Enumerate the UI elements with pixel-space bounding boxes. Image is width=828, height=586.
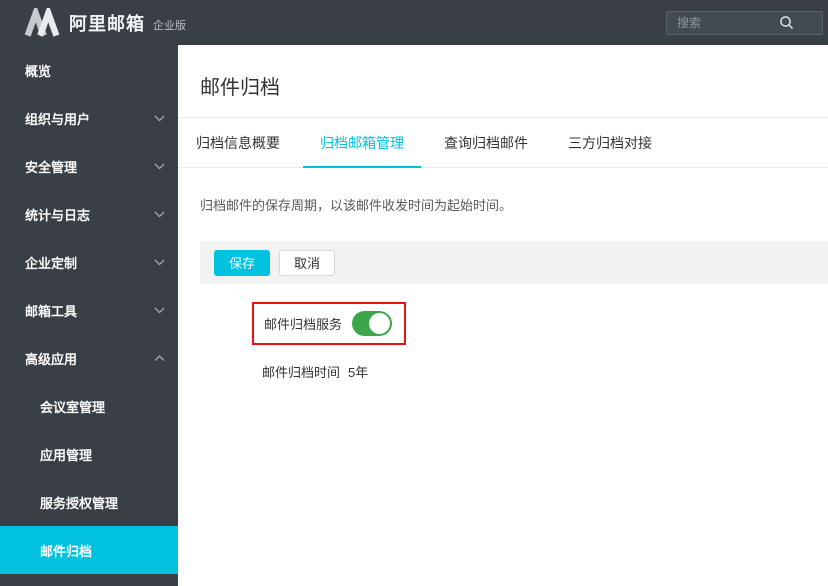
sidebar-item-label: 服务授权管理: [40, 495, 119, 511]
sidebar-subitem-meeting-room[interactable]: 会议室管理: [0, 382, 178, 430]
archive-service-label: 邮件归档服务: [264, 317, 343, 332]
search-box: [666, 11, 823, 35]
sidebar-subitem-service-auth[interactable]: 服务授权管理: [0, 478, 178, 526]
tab-archive-overview[interactable]: 归档信息概要: [179, 118, 297, 167]
archive-time-row: 邮件归档时间 5年: [262, 362, 828, 381]
sidebar-subitem-app-management[interactable]: 应用管理: [0, 430, 178, 478]
main-content: 邮件归档 归档信息概要 归档邮箱管理 查询归档邮件 三方归档对接 归档邮件的保存…: [178, 45, 828, 586]
sidebar-item-security[interactable]: 安全管理: [0, 142, 178, 190]
sidebar-item-label: 高级应用: [25, 351, 78, 367]
annotation-box: 邮件归档服务: [252, 302, 407, 345]
sidebar-item-label: 邮件归档: [40, 543, 93, 559]
archive-service-toggle[interactable]: [352, 311, 393, 336]
cancel-button[interactable]: 取消: [279, 249, 336, 276]
save-button[interactable]: 保存: [214, 249, 271, 276]
alimail-logo-icon: [24, 7, 60, 37]
sidebar-item-stats-logs[interactable]: 统计与日志: [0, 190, 178, 238]
topbar: 阿里邮箱 企业版: [0, 0, 828, 45]
action-toolbar: 保存 取消: [200, 241, 828, 284]
chevron-up-icon: [154, 355, 165, 361]
sidebar-item-advanced-apps[interactable]: 高级应用: [0, 334, 178, 382]
sidebar-item-label: 邮箱工具: [25, 303, 78, 319]
sidebar-item-org-users[interactable]: 组织与用户: [0, 94, 178, 142]
chevron-down-icon: [154, 163, 165, 170]
sidebar-item-overview[interactable]: 概览: [0, 46, 178, 94]
alimail-admin-screen: 阿里邮箱 企业版 概览 组织与用户 安全管理 统计与日志: [0, 0, 828, 586]
sidebar-item-label: 概览: [25, 63, 52, 79]
sidebar: 概览 组织与用户 安全管理 统计与日志 企业定制 邮箱工具 高级应用 会议室管理…: [0, 45, 178, 586]
chevron-down-icon: [154, 259, 165, 266]
search-icon[interactable]: [779, 15, 795, 31]
sidebar-subitem-mail-archive[interactable]: 邮件归档: [0, 526, 178, 574]
sidebar-item-label: 应用管理: [40, 447, 93, 463]
sidebar-item-label: 会议室管理: [40, 399, 106, 415]
sidebar-item-enterprise-custom[interactable]: 企业定制: [0, 238, 178, 286]
brand: 阿里邮箱 企业版: [24, 7, 186, 38]
tab-third-party-archive[interactable]: 三方归档对接: [551, 118, 669, 167]
sidebar-item-label: 组织与用户: [25, 111, 91, 127]
brand-name: 阿里邮箱: [69, 13, 145, 34]
sidebar-item-label: 统计与日志: [25, 207, 91, 223]
chevron-down-icon: [154, 115, 165, 122]
tab-query-archived-mail[interactable]: 查询归档邮件: [427, 118, 545, 167]
tab-bar: 归档信息概要 归档邮箱管理 查询归档邮件 三方归档对接: [178, 118, 828, 168]
brand-badge: 企业版: [153, 19, 186, 32]
page-title: 邮件归档: [200, 77, 280, 99]
sidebar-item-label: 安全管理: [25, 159, 78, 175]
toggle-knob: [369, 313, 391, 334]
archive-period-description: 归档邮件的保存周期，以该邮件收发时间为起始时间。: [200, 198, 513, 213]
chevron-down-icon: [154, 307, 165, 314]
sidebar-item-label: 企业定制: [25, 255, 78, 271]
tab-archive-mailbox-management[interactable]: 归档邮箱管理: [303, 118, 421, 168]
sidebar-item-mail-tools[interactable]: 邮箱工具: [0, 286, 178, 334]
page-header: 邮件归档: [178, 45, 828, 118]
archive-time-label: 邮件归档时间: [262, 365, 341, 380]
chevron-down-icon: [154, 211, 165, 218]
archive-time-value: 5年: [348, 365, 369, 380]
search-input[interactable]: [666, 11, 823, 35]
